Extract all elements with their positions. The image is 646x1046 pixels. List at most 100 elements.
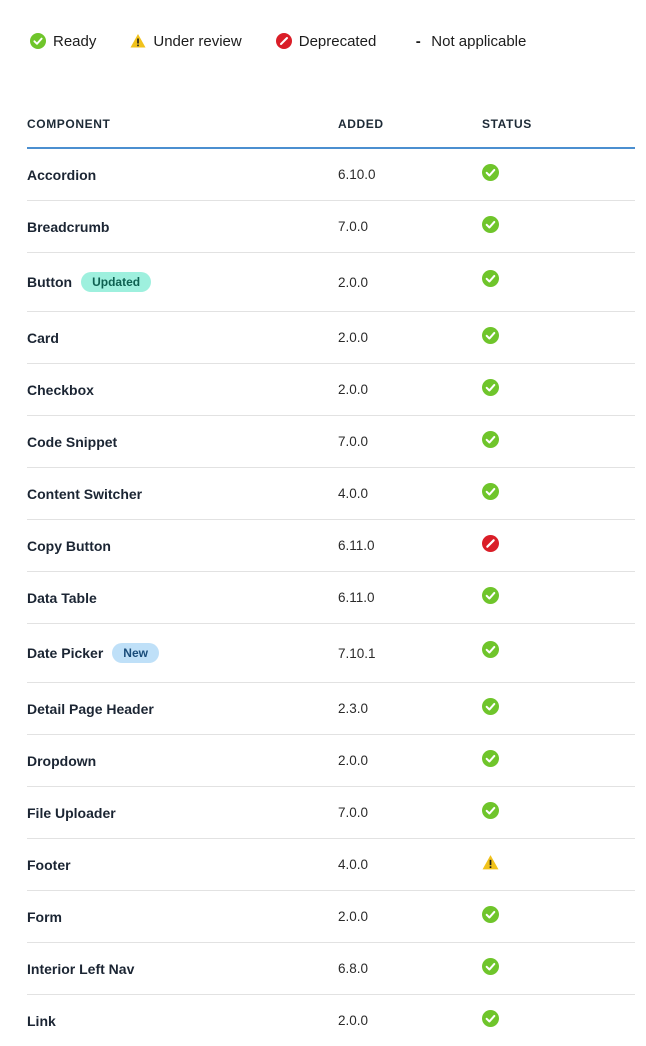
added-version: 7.0.0 bbox=[338, 805, 369, 820]
status-cell bbox=[482, 839, 499, 890]
added-cell: 2.0.0 bbox=[338, 312, 368, 363]
component-name: Link bbox=[27, 1012, 56, 1029]
check-circle-icon bbox=[482, 483, 499, 500]
added-cell: 2.0.0 bbox=[338, 995, 368, 1046]
status-cell bbox=[482, 683, 499, 734]
component-cell: Footer bbox=[27, 839, 71, 890]
check-circle-icon bbox=[482, 379, 499, 396]
status-cell bbox=[482, 253, 499, 311]
check-circle-icon bbox=[482, 958, 499, 975]
warning-triangle-icon bbox=[130, 34, 146, 48]
column-header-added: ADDED bbox=[338, 117, 384, 131]
status-cell bbox=[482, 468, 499, 519]
added-version: 7.0.0 bbox=[338, 219, 369, 234]
component-cell: Button Updated bbox=[27, 253, 152, 311]
table-row: Footer 4.0.0 bbox=[27, 839, 635, 891]
status-legend: Ready Under review Deprecated - Not appl… bbox=[30, 31, 560, 51]
added-cell: 7.0.0 bbox=[338, 201, 368, 252]
component-name: Button bbox=[27, 274, 73, 290]
check-circle-icon bbox=[30, 33, 46, 49]
component-name: Detail Page Header bbox=[27, 700, 154, 717]
component-name: Data Table bbox=[27, 589, 97, 606]
added-cell: 6.10.0 bbox=[338, 149, 376, 200]
status-cell bbox=[482, 364, 499, 415]
component-cell: Breadcrumb bbox=[27, 201, 109, 252]
component-cell: Accordion bbox=[27, 149, 96, 200]
added-cell: 6.11.0 bbox=[338, 520, 375, 571]
status-cell bbox=[482, 624, 499, 682]
component-name: Form bbox=[27, 908, 62, 925]
added-cell: 2.3.0 bbox=[338, 683, 368, 734]
dash-icon: - bbox=[415, 32, 421, 50]
added-cell: 6.8.0 bbox=[338, 943, 368, 994]
added-version: 2.0.0 bbox=[338, 909, 369, 924]
component-name: File Uploader bbox=[27, 804, 116, 821]
check-circle-icon bbox=[482, 431, 499, 448]
status-cell bbox=[482, 735, 499, 786]
added-version: 4.0.0 bbox=[338, 486, 369, 501]
component-cell: Card bbox=[27, 312, 59, 363]
status-cell bbox=[482, 943, 499, 994]
column-header-component: COMPONENT bbox=[27, 117, 111, 131]
table-row: Date Picker New 7.10.1 bbox=[27, 624, 635, 683]
table-header: COMPONENT ADDED STATUS bbox=[27, 100, 635, 149]
legend-label: Under review bbox=[153, 32, 242, 50]
status-cell bbox=[482, 891, 499, 942]
component-name: Copy Button bbox=[27, 537, 111, 554]
status-cell bbox=[482, 416, 499, 467]
table-row: Detail Page Header 2.3.0 bbox=[27, 683, 635, 735]
component-name: Footer bbox=[27, 856, 71, 873]
check-circle-icon bbox=[482, 1010, 499, 1027]
added-version: 2.3.0 bbox=[338, 701, 369, 716]
legend-deprecated: Deprecated bbox=[275, 32, 377, 50]
check-circle-icon bbox=[482, 641, 499, 658]
component-cell: Form bbox=[27, 891, 62, 942]
legend-under-review: Under review bbox=[130, 32, 242, 50]
added-cell: 7.0.0 bbox=[338, 416, 368, 467]
warning-triangle-icon bbox=[482, 855, 499, 870]
component-name: Interior Left Nav bbox=[27, 960, 135, 977]
added-version: 7.10.1 bbox=[338, 645, 376, 661]
table-row: File Uploader 7.0.0 bbox=[27, 787, 635, 839]
table-row: Card 2.0.0 bbox=[27, 312, 635, 364]
table-row: Accordion 6.10.0 bbox=[27, 149, 635, 201]
component-name: Content Switcher bbox=[27, 485, 143, 502]
component-cell: Code Snippet bbox=[27, 416, 117, 467]
added-version: 2.0.0 bbox=[338, 330, 369, 345]
added-cell: 2.0.0 bbox=[338, 253, 368, 311]
added-version: 7.0.0 bbox=[338, 434, 369, 449]
table-row: Breadcrumb 7.0.0 bbox=[27, 201, 635, 253]
added-version: 2.0.0 bbox=[338, 382, 369, 397]
component-name: Date Picker bbox=[27, 645, 104, 661]
component-name: Checkbox bbox=[27, 381, 94, 398]
table-row: Content Switcher 4.0.0 bbox=[27, 468, 635, 520]
table-row: Interior Left Nav 6.8.0 bbox=[27, 943, 635, 995]
legend-ready: Ready bbox=[30, 33, 96, 50]
deprecated-icon bbox=[482, 535, 499, 552]
component-name: Accordion bbox=[27, 166, 97, 183]
added-cell: 4.0.0 bbox=[338, 839, 368, 890]
legend-label: Not applicable bbox=[431, 32, 527, 50]
component-cell: Date Picker New bbox=[27, 624, 159, 682]
check-circle-icon bbox=[482, 802, 499, 819]
added-cell: 2.0.0 bbox=[338, 735, 368, 786]
check-circle-icon bbox=[482, 587, 499, 604]
component-name: Dropdown bbox=[27, 752, 97, 769]
added-version: 6.8.0 bbox=[338, 961, 369, 976]
status-cell bbox=[482, 312, 499, 363]
component-cell: Link bbox=[27, 995, 56, 1046]
component-cell: Data Table bbox=[27, 572, 97, 623]
added-version: 6.11.0 bbox=[338, 590, 375, 605]
added-version: 2.0.0 bbox=[338, 753, 369, 768]
added-version: 4.0.0 bbox=[338, 857, 369, 872]
component-name: Card bbox=[27, 329, 59, 346]
status-cell bbox=[482, 572, 499, 623]
table-row: Link 2.0.0 bbox=[27, 995, 635, 1046]
legend-not-applicable: - Not applicable bbox=[410, 32, 527, 50]
added-cell: 7.10.1 bbox=[338, 624, 376, 682]
component-cell: Dropdown bbox=[27, 735, 96, 786]
status-cell bbox=[482, 787, 499, 838]
legend-label: Deprecated bbox=[298, 32, 377, 50]
check-circle-icon bbox=[482, 906, 499, 923]
component-name: Code Snippet bbox=[27, 433, 118, 450]
